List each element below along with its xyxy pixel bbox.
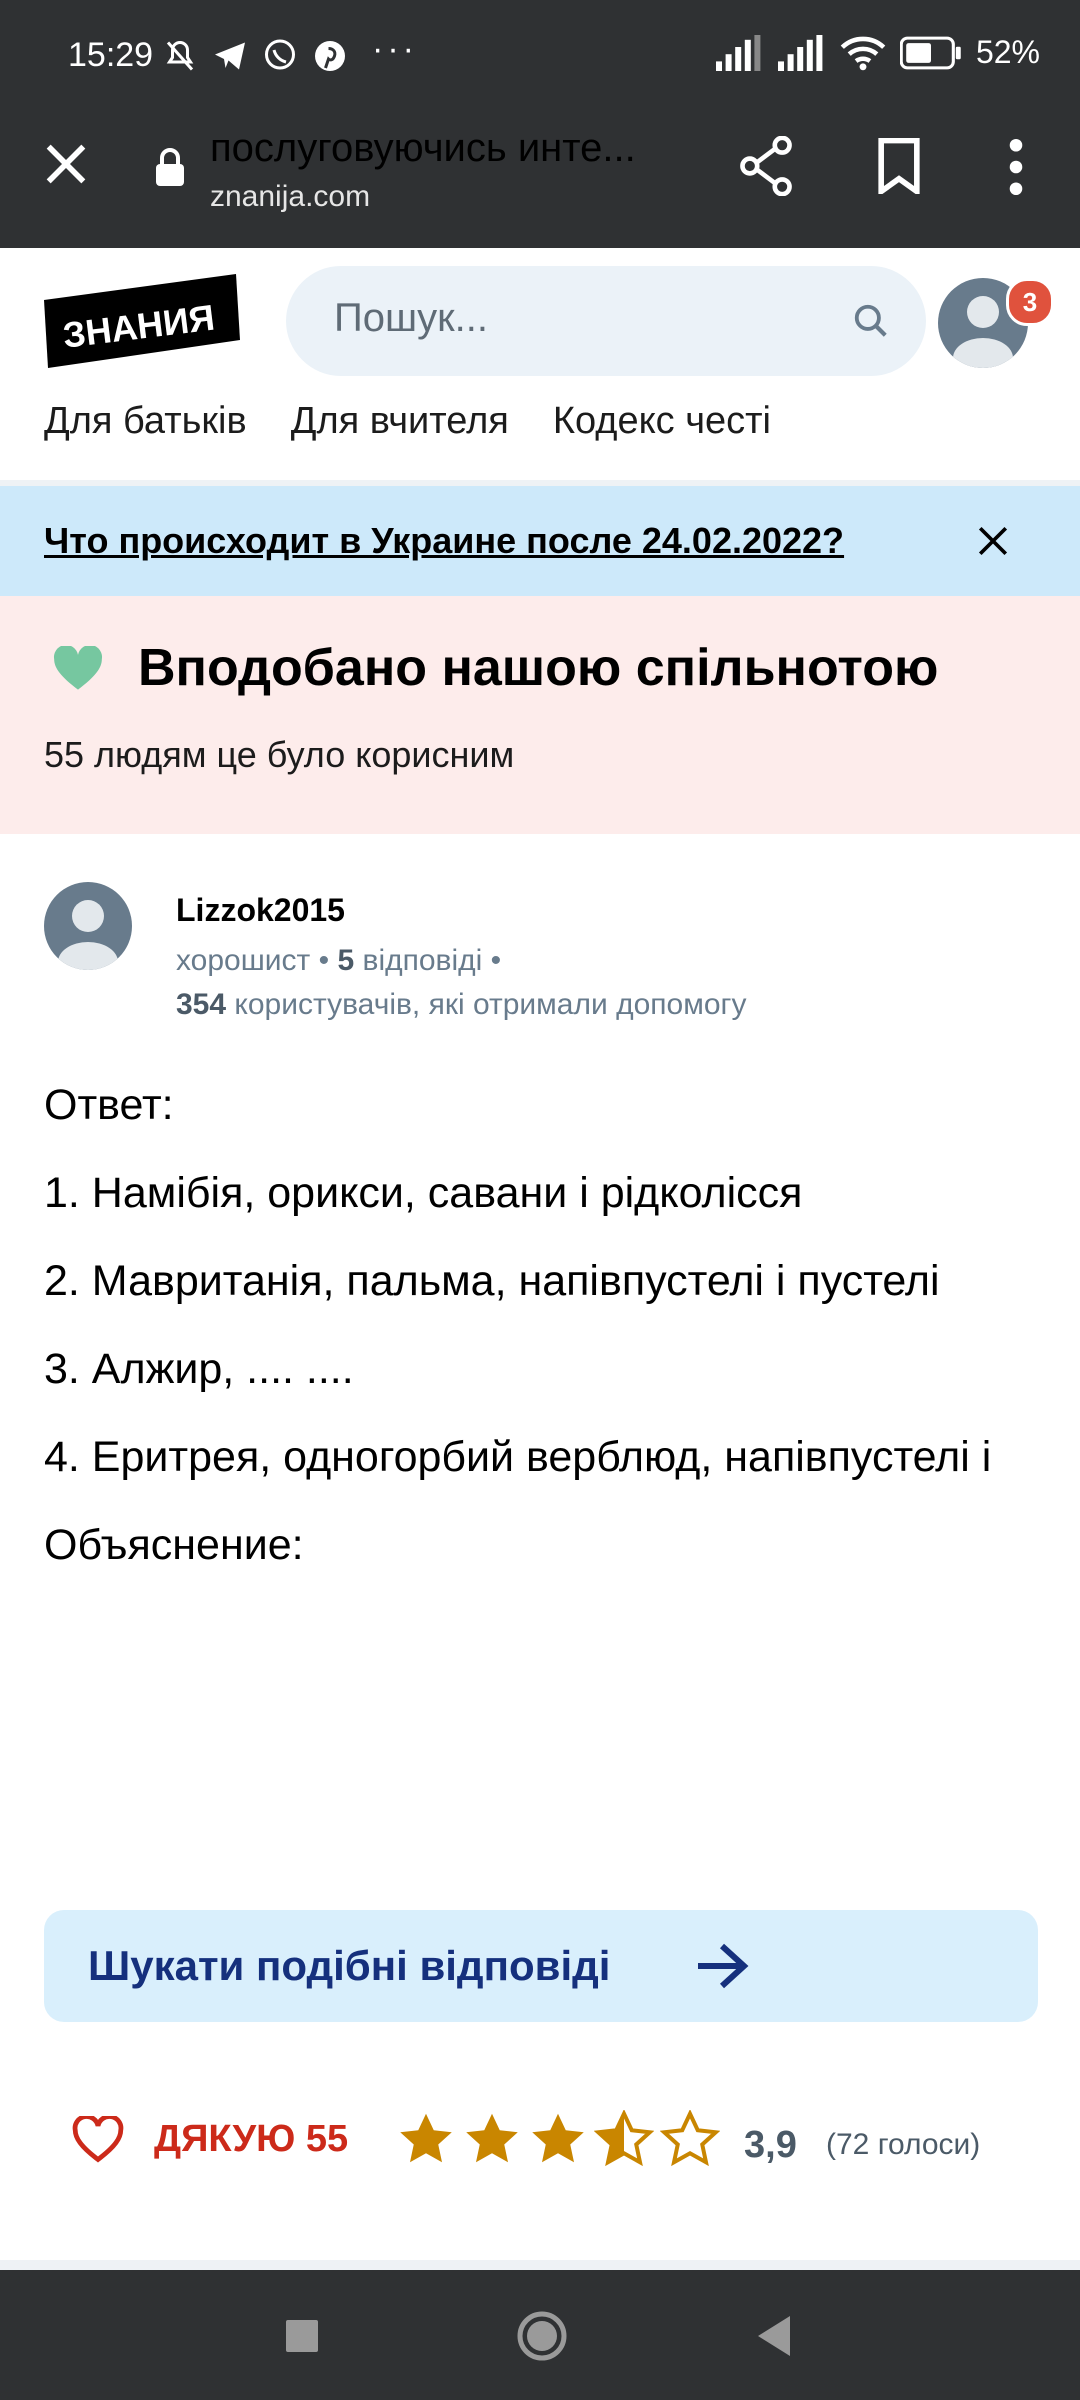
search-placeholder: Пошук... <box>334 296 488 340</box>
author-answers-label: відповіді <box>362 944 483 977</box>
close-icon[interactable] <box>40 138 92 190</box>
battery-percent: 52% <box>975 34 1040 70</box>
arrow-right-icon <box>698 1943 749 1989</box>
helped-label: користувачів, які отримали допомогу <box>234 988 747 1021</box>
helped-count: 354 <box>176 988 227 1021</box>
banner-link[interactable]: Что происходит в Украине после 24.02.202… <box>44 520 844 562</box>
similar-label: Шукати подібні відповіді <box>88 1942 611 1989</box>
signal-icon <box>715 34 761 71</box>
star-icon[interactable] <box>396 2110 456 2170</box>
author-avatar[interactable] <box>44 882 132 970</box>
share-icon[interactable] <box>738 136 794 196</box>
answer-line: Ответ: <box>44 1081 174 1129</box>
star-icon[interactable] <box>462 2110 522 2170</box>
pinterest-icon <box>315 41 345 71</box>
dot-separator: • <box>490 944 502 977</box>
divider <box>0 2260 1080 2270</box>
notification-icons <box>162 38 348 74</box>
liked-subtitle: 55 людям це було корисним <box>44 734 515 775</box>
author-rank: хорошист <box>176 944 311 977</box>
logo-shape: ЗНАНИЯ <box>44 274 240 368</box>
search-similar-button[interactable]: Шукати подібні відповіді <box>44 1910 1038 2022</box>
nav-item-honor-code[interactable]: Кодекс честі <box>553 400 771 443</box>
telegram-icon <box>215 42 245 70</box>
author-name[interactable]: Lizzok2015 <box>176 892 345 929</box>
wifi-icon <box>840 36 886 70</box>
heart-outline-icon[interactable] <box>72 2116 124 2164</box>
notification-badge[interactable]: 3 <box>1006 278 1054 326</box>
thanks-button[interactable]: ДЯКУЮ 55 <box>154 2118 348 2161</box>
lock-icon <box>156 148 184 186</box>
rating-stars <box>396 2110 720 2170</box>
star-empty-icon[interactable] <box>660 2110 720 2170</box>
mute-bell-icon <box>166 40 194 71</box>
battery-icon <box>899 36 961 69</box>
recent-apps-button[interactable] <box>286 2320 318 2352</box>
search-input[interactable]: Пошук... <box>286 266 926 376</box>
rating-votes: (72 голоси) <box>826 2128 981 2161</box>
star-icon[interactable] <box>528 2110 588 2170</box>
system-indicators: 52% <box>715 34 1040 71</box>
search-icon[interactable] <box>852 302 890 340</box>
avatar-icon <box>58 900 118 970</box>
status-time: 15:29 <box>68 36 154 74</box>
more-vert-icon[interactable] <box>1006 138 1026 196</box>
bookmark-icon[interactable] <box>876 138 922 194</box>
answer-line: 4. Еритрея, одногорбий верблюд, напівпус… <box>44 1433 992 1481</box>
url-domain[interactable]: znanija.com <box>210 180 370 214</box>
star-half-icon[interactable] <box>594 2110 654 2170</box>
nav-item-teachers[interactable]: Для вчителя <box>291 400 509 443</box>
answer-line: 2. Мавританія, пальма, напівпустелі і пу… <box>44 1257 940 1305</box>
dot-separator: • <box>318 944 338 977</box>
heart-icon <box>53 646 103 690</box>
rating-value: 3,9 <box>744 2124 797 2166</box>
more-notifications-indicator: ··· <box>372 30 418 68</box>
thanks-count: 55 <box>305 2118 349 2160</box>
author-meta: хорошист • 5 відповіді • <box>176 944 501 978</box>
answer-body: Ответ: 1. Намібія, орикси, савани і рідк… <box>44 1072 1034 1600</box>
url-title[interactable]: послуговуючись инте... <box>210 126 636 171</box>
info-banner: Что происходит в Украине после 24.02.202… <box>0 486 1080 596</box>
nav-item-parents[interactable]: Для батьків <box>44 400 247 443</box>
answer-line: 3. Алжир, .... .... <box>44 1345 354 1393</box>
thanks-label: ДЯКУЮ <box>154 2118 296 2160</box>
signal-icon-2 <box>777 34 823 71</box>
znanija-logo[interactable]: ЗНАНИЯ <box>44 274 244 368</box>
back-button[interactable] <box>756 2314 792 2358</box>
status-bar: 15:29 ··· 52% <box>0 0 1080 118</box>
main-nav: Для батьків Для вчителя Кодекс честі <box>44 400 771 443</box>
community-liked-box: Вподобано нашою спільнотою 55 людям це б… <box>0 596 1080 834</box>
answer-line: Объяснение: <box>44 1521 304 1569</box>
home-button[interactable] <box>516 2310 568 2362</box>
close-icon[interactable] <box>976 524 1010 558</box>
answer-line: 1. Намібія, орикси, савани і рідколісся <box>44 1169 803 1217</box>
liked-title: Вподобано нашою спільнотою <box>138 639 939 697</box>
author-helped: 354 користувачів, які отримали допомогу <box>176 988 746 1022</box>
author-answers-count: 5 <box>337 944 355 977</box>
viber-icon <box>265 39 295 70</box>
